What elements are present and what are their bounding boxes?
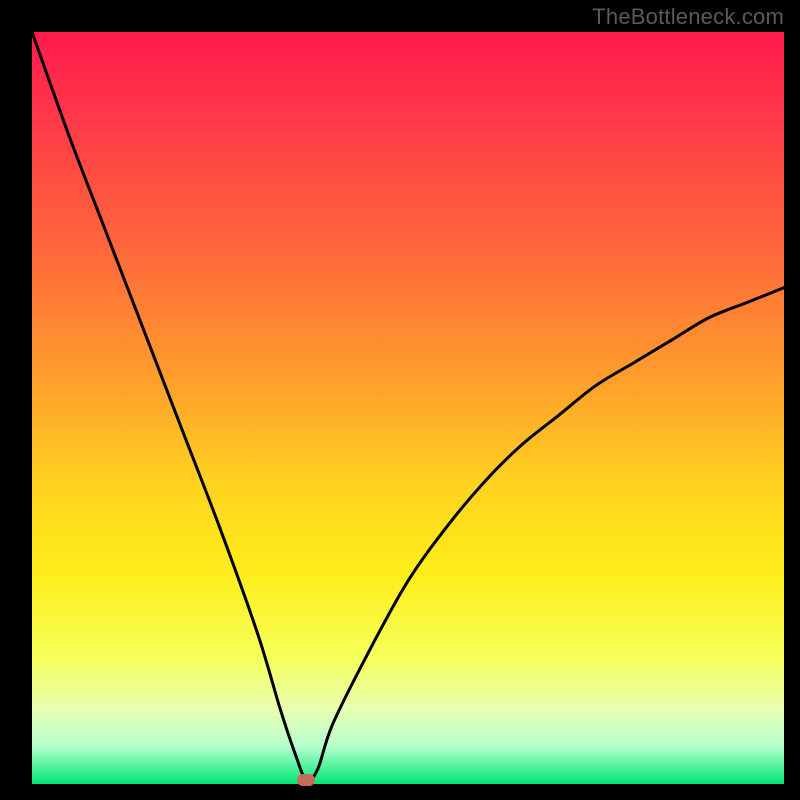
watermark-text: TheBottleneck.com [592,4,784,30]
plot-frame [32,32,784,784]
bottleneck-curve [32,32,784,784]
optimal-point-marker [297,774,315,786]
